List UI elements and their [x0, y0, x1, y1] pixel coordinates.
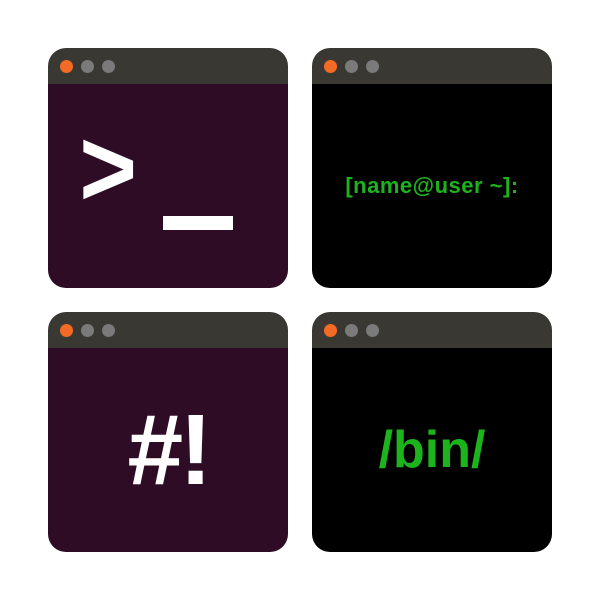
- close-icon[interactable]: [60, 324, 73, 337]
- terminal-body[interactable]: /bin/: [312, 348, 552, 552]
- terminal-window-shebang: #!: [48, 312, 288, 552]
- close-icon[interactable]: [60, 60, 73, 73]
- minimize-icon[interactable]: [345, 324, 358, 337]
- maximize-icon[interactable]: [102, 60, 115, 73]
- terminal-body[interactable]: #!: [48, 348, 288, 552]
- terminal-window-prompt: >: [48, 48, 288, 288]
- terminal-window-userhost: [name@user ~]:: [312, 48, 552, 288]
- cursor-icon: [163, 216, 233, 230]
- terminal-body[interactable]: [name@user ~]:: [312, 84, 552, 288]
- close-icon[interactable]: [324, 60, 337, 73]
- close-icon[interactable]: [324, 324, 337, 337]
- minimize-icon[interactable]: [81, 60, 94, 73]
- terminal-body[interactable]: >: [48, 84, 288, 288]
- maximize-icon[interactable]: [102, 324, 115, 337]
- minimize-icon[interactable]: [81, 324, 94, 337]
- bin-path: /bin/: [379, 420, 486, 480]
- window-titlebar: [48, 48, 288, 84]
- maximize-icon[interactable]: [366, 324, 379, 337]
- window-titlebar: [312, 312, 552, 348]
- terminal-window-bin: /bin/: [312, 312, 552, 552]
- prompt-symbol: >: [79, 114, 137, 224]
- shebang-symbol: #!: [128, 400, 209, 500]
- window-titlebar: [48, 312, 288, 348]
- minimize-icon[interactable]: [345, 60, 358, 73]
- maximize-icon[interactable]: [366, 60, 379, 73]
- window-titlebar: [312, 48, 552, 84]
- shell-prompt-line: [name@user ~]:: [345, 173, 518, 199]
